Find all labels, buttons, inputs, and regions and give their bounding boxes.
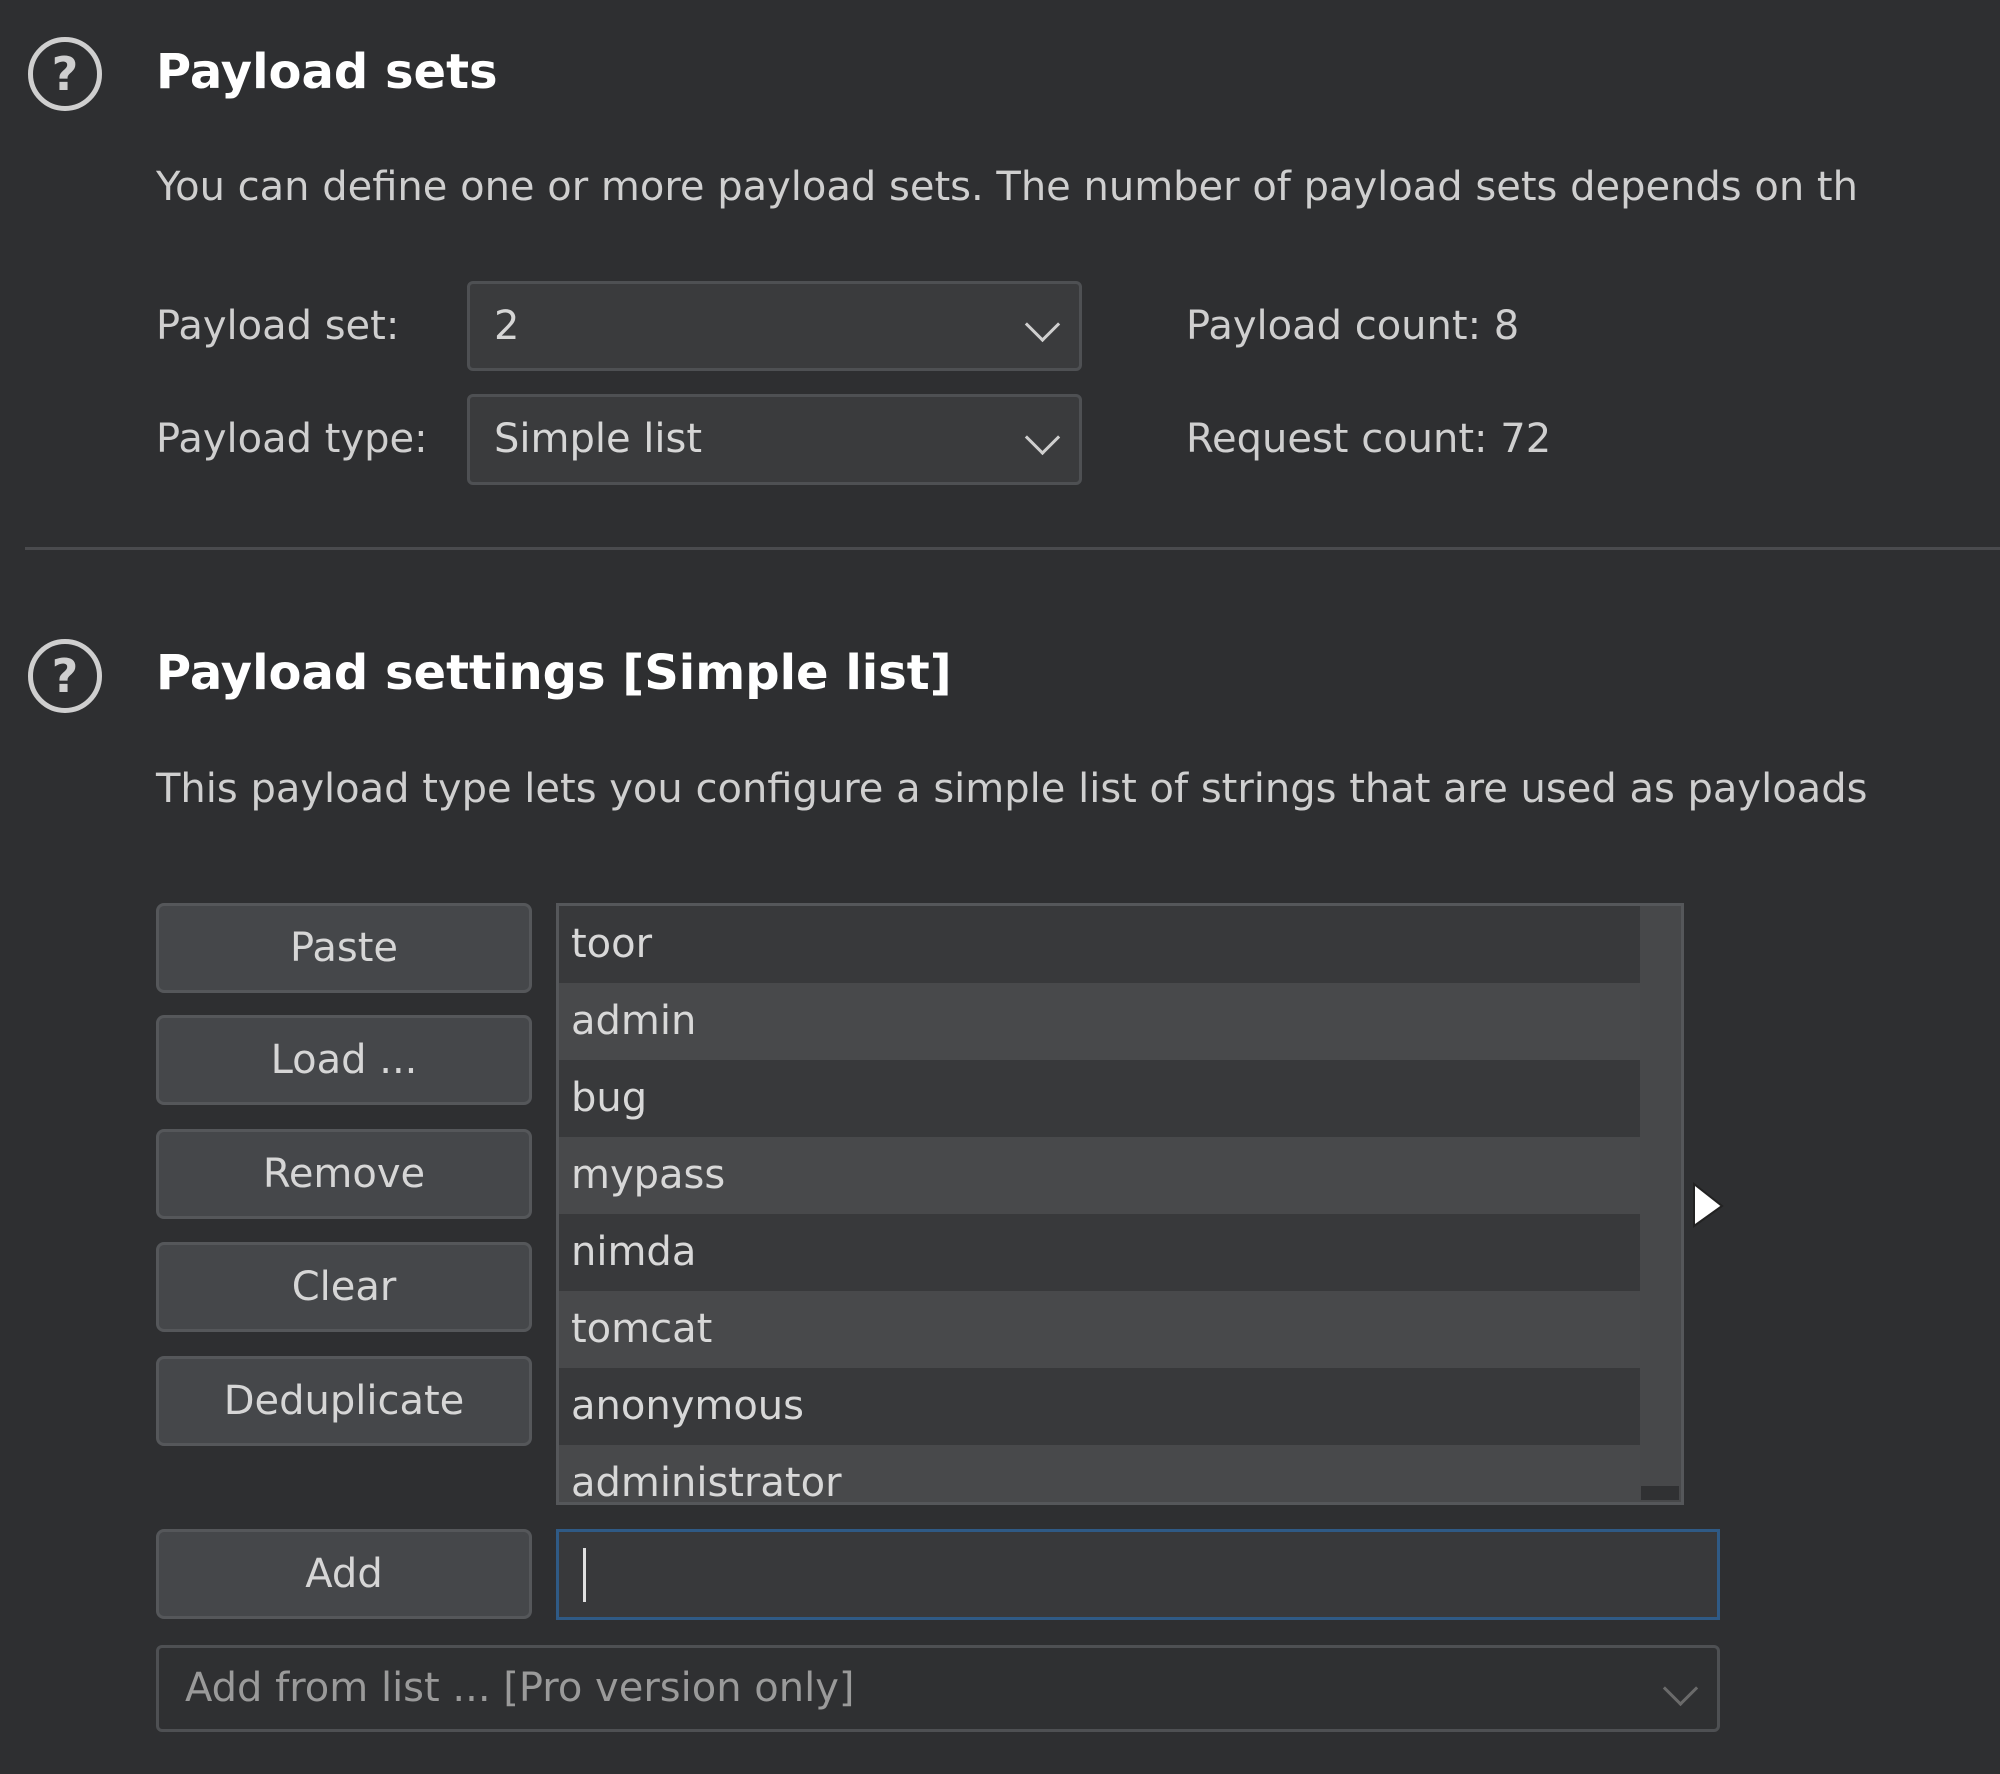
payload-settings-description: This payload type lets you configure a s…: [156, 766, 1868, 812]
payload-list[interactable]: toor admin bug mypass nimda tomcat anony…: [556, 903, 1684, 1505]
load-button[interactable]: Load ...: [156, 1015, 532, 1105]
scrollbar-thumb[interactable]: [1641, 1486, 1679, 1500]
chevron-down-icon: [1662, 1670, 1699, 1707]
remove-button[interactable]: Remove: [156, 1129, 532, 1219]
deduplicate-button[interactable]: Deduplicate: [156, 1356, 532, 1446]
chevron-down-icon: [1024, 419, 1061, 456]
list-item[interactable]: admin: [559, 983, 1641, 1060]
payload-type-select[interactable]: Simple list: [467, 394, 1082, 485]
payload-type-label: Payload type:: [156, 416, 428, 462]
add-item-input[interactable]: [556, 1529, 1720, 1620]
payload-set-select[interactable]: 2: [467, 281, 1082, 371]
add-from-list-select[interactable]: Add from list ... [Pro version only]: [156, 1645, 1720, 1732]
payload-sets-description: You can define one or more payload sets.…: [156, 164, 1858, 210]
add-from-list-label: Add from list ... [Pro version only]: [185, 1665, 855, 1711]
paste-button[interactable]: Paste: [156, 903, 532, 993]
payload-set-label: Payload set:: [156, 303, 400, 349]
section-title-payload-settings: Payload settings [Simple list]: [156, 645, 952, 701]
help-icon[interactable]: ?: [28, 37, 102, 111]
list-item[interactable]: tomcat: [559, 1291, 1641, 1368]
section-divider: [25, 547, 2000, 550]
clear-button[interactable]: Clear: [156, 1242, 532, 1332]
payload-count: Payload count: 8: [1186, 303, 1520, 349]
list-item[interactable]: toor: [559, 906, 1641, 983]
add-button[interactable]: Add: [156, 1529, 532, 1619]
mouse-cursor-icon: [1693, 1182, 1724, 1228]
list-item[interactable]: administrator: [559, 1445, 1641, 1502]
list-item[interactable]: anonymous: [559, 1368, 1641, 1445]
list-item[interactable]: nimda: [559, 1214, 1641, 1291]
request-count: Request count: 72: [1186, 416, 1552, 462]
list-item[interactable]: mypass: [559, 1137, 1641, 1214]
chevron-down-icon: [1024, 306, 1061, 343]
payload-set-value: 2: [494, 303, 520, 349]
list-scrollbar[interactable]: [1640, 906, 1681, 1502]
text-caret: [583, 1548, 586, 1602]
section-title-payload-sets: Payload sets: [156, 44, 498, 100]
payload-type-value: Simple list: [494, 416, 703, 462]
help-icon[interactable]: ?: [28, 639, 102, 713]
list-item[interactable]: bug: [559, 1060, 1641, 1137]
